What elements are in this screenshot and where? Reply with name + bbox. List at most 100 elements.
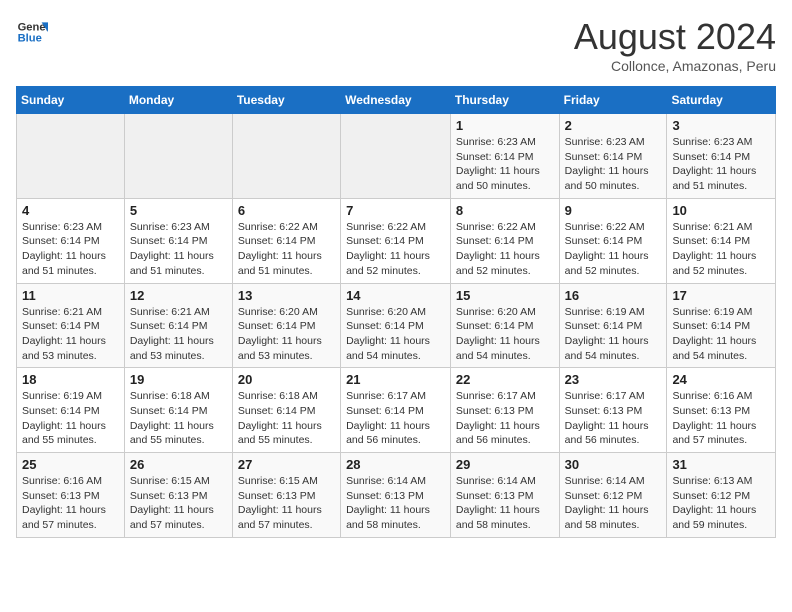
calendar-week-row: 1 Sunrise: 6:23 AM Sunset: 6:14 PM Daylig… (17, 114, 776, 199)
calendar-cell: 31 Sunrise: 6:13 AM Sunset: 6:12 PM Dayli… (667, 453, 776, 538)
month-title: August 2024 (574, 16, 776, 58)
calendar-week-row: 18 Sunrise: 6:19 AM Sunset: 6:14 PM Dayli… (17, 368, 776, 453)
day-number: 13 (238, 288, 335, 303)
location: Collonce, Amazonas, Peru (574, 58, 776, 74)
day-number: 17 (672, 288, 770, 303)
calendar-cell: 18 Sunrise: 6:19 AM Sunset: 6:14 PM Dayli… (17, 368, 125, 453)
day-number: 10 (672, 203, 770, 218)
day-number: 24 (672, 372, 770, 387)
calendar-cell: 3Sunrise: 6:23 AM Sunset: 6:14 PM Daylig… (667, 114, 776, 199)
logo: General Blue (16, 16, 48, 48)
day-number: 27 (238, 457, 335, 472)
day-info: Sunrise: 6:16 AM Sunset: 6:13 PM Dayligh… (22, 474, 119, 533)
day-of-week-header: Monday (124, 87, 232, 114)
calendar-cell: 22 Sunrise: 6:17 AM Sunset: 6:13 PM Dayli… (450, 368, 559, 453)
day-of-week-header: Friday (559, 87, 667, 114)
day-number: 5 (130, 203, 227, 218)
day-info: Sunrise: 6:15 AM Sunset: 6:13 PM Dayligh… (130, 474, 227, 533)
day-info: Sunrise: 6:17 AM Sunset: 6:14 PM Dayligh… (346, 389, 445, 448)
day-number: 11 (22, 288, 119, 303)
day-info: Sunrise: 6:13 AM Sunset: 6:12 PM Dayligh… (672, 474, 770, 533)
logo-icon: General Blue (16, 16, 48, 48)
day-number: 29 (456, 457, 554, 472)
day-number: 4 (22, 203, 119, 218)
day-number: 26 (130, 457, 227, 472)
calendar-cell: 20Sunrise: 6:18 AM Sunset: 6:14 PM Dayli… (232, 368, 340, 453)
svg-text:Blue: Blue (18, 33, 42, 45)
calendar-header-row: SundayMondayTuesdayWednesdayThursdayFrid… (17, 87, 776, 114)
day-number: 15 (456, 288, 554, 303)
calendar-cell: 13 Sunrise: 6:20 AM Sunset: 6:14 PM Dayli… (232, 283, 340, 368)
calendar-cell: 26 Sunrise: 6:15 AM Sunset: 6:13 PM Dayli… (124, 453, 232, 538)
day-of-week-header: Thursday (450, 87, 559, 114)
day-number: 8 (456, 203, 554, 218)
calendar-week-row: 11Sunrise: 6:21 AM Sunset: 6:14 PM Dayli… (17, 283, 776, 368)
day-number: 12 (130, 288, 227, 303)
day-info: Sunrise: 6:22 AM Sunset: 6:14 PM Dayligh… (238, 220, 335, 279)
day-info: Sunrise: 6:18 AM Sunset: 6:14 PM Dayligh… (238, 389, 335, 448)
day-info: Sunrise: 6:14 AM Sunset: 6:12 PM Dayligh… (565, 474, 662, 533)
page-header: General Blue August 2024 Collonce, Amazo… (16, 16, 776, 74)
day-number: 31 (672, 457, 770, 472)
calendar-cell: 29 Sunrise: 6:14 AM Sunset: 6:13 PM Dayli… (450, 453, 559, 538)
day-info: Sunrise: 6:20 AM Sunset: 6:14 PM Dayligh… (238, 305, 335, 364)
day-number: 3 (672, 118, 770, 133)
calendar-cell: 14 Sunrise: 6:20 AM Sunset: 6:14 PM Dayli… (341, 283, 451, 368)
day-info: Sunrise: 6:20 AM Sunset: 6:14 PM Dayligh… (346, 305, 445, 364)
calendar-week-row: 4Sunrise: 6:23 AM Sunset: 6:14 PM Daylig… (17, 198, 776, 283)
day-number: 16 (565, 288, 662, 303)
day-info: Sunrise: 6:23 AM Sunset: 6:14 PM Dayligh… (456, 135, 554, 194)
calendar-cell: 1 Sunrise: 6:23 AM Sunset: 6:14 PM Daylig… (450, 114, 559, 199)
day-number: 30 (565, 457, 662, 472)
calendar-cell: 9 Sunrise: 6:22 AM Sunset: 6:14 PM Daylig… (559, 198, 667, 283)
calendar-cell: 7 Sunrise: 6:22 AM Sunset: 6:14 PM Daylig… (341, 198, 451, 283)
day-number: 6 (238, 203, 335, 218)
day-info: Sunrise: 6:14 AM Sunset: 6:13 PM Dayligh… (346, 474, 445, 533)
calendar-cell: 2Sunrise: 6:23 AM Sunset: 6:14 PM Daylig… (559, 114, 667, 199)
calendar-cell: 12Sunrise: 6:21 AM Sunset: 6:14 PM Dayli… (124, 283, 232, 368)
calendar-cell (17, 114, 125, 199)
day-number: 14 (346, 288, 445, 303)
day-number: 22 (456, 372, 554, 387)
calendar-cell (232, 114, 340, 199)
day-info: Sunrise: 6:19 AM Sunset: 6:14 PM Dayligh… (565, 305, 662, 364)
calendar-cell: 27Sunrise: 6:15 AM Sunset: 6:13 PM Dayli… (232, 453, 340, 538)
calendar-table: SundayMondayTuesdayWednesdayThursdayFrid… (16, 86, 776, 538)
day-of-week-header: Tuesday (232, 87, 340, 114)
calendar-cell: 17 Sunrise: 6:19 AM Sunset: 6:14 PM Dayli… (667, 283, 776, 368)
calendar-cell (124, 114, 232, 199)
day-info: Sunrise: 6:17 AM Sunset: 6:13 PM Dayligh… (456, 389, 554, 448)
day-number: 7 (346, 203, 445, 218)
day-info: Sunrise: 6:22 AM Sunset: 6:14 PM Dayligh… (346, 220, 445, 279)
day-of-week-header: Sunday (17, 87, 125, 114)
day-number: 1 (456, 118, 554, 133)
day-info: Sunrise: 6:17 AM Sunset: 6:13 PM Dayligh… (565, 389, 662, 448)
day-number: 21 (346, 372, 445, 387)
calendar-cell: 6 Sunrise: 6:22 AM Sunset: 6:14 PM Daylig… (232, 198, 340, 283)
calendar-cell: 30 Sunrise: 6:14 AM Sunset: 6:12 PM Dayli… (559, 453, 667, 538)
calendar-cell: 21 Sunrise: 6:17 AM Sunset: 6:14 PM Dayli… (341, 368, 451, 453)
calendar-cell: 16 Sunrise: 6:19 AM Sunset: 6:14 PM Dayli… (559, 283, 667, 368)
day-info: Sunrise: 6:22 AM Sunset: 6:14 PM Dayligh… (456, 220, 554, 279)
day-number: 9 (565, 203, 662, 218)
calendar-cell: 25 Sunrise: 6:16 AM Sunset: 6:13 PM Dayli… (17, 453, 125, 538)
day-of-week-header: Wednesday (341, 87, 451, 114)
day-info: Sunrise: 6:18 AM Sunset: 6:14 PM Dayligh… (130, 389, 227, 448)
day-info: Sunrise: 6:22 AM Sunset: 6:14 PM Dayligh… (565, 220, 662, 279)
day-number: 18 (22, 372, 119, 387)
day-info: Sunrise: 6:20 AM Sunset: 6:14 PM Dayligh… (456, 305, 554, 364)
calendar-week-row: 25 Sunrise: 6:16 AM Sunset: 6:13 PM Dayli… (17, 453, 776, 538)
day-info: Sunrise: 6:21 AM Sunset: 6:14 PM Dayligh… (672, 220, 770, 279)
calendar-cell: 28Sunrise: 6:14 AM Sunset: 6:13 PM Dayli… (341, 453, 451, 538)
day-info: Sunrise: 6:16 AM Sunset: 6:13 PM Dayligh… (672, 389, 770, 448)
calendar-cell: 23Sunrise: 6:17 AM Sunset: 6:13 PM Dayli… (559, 368, 667, 453)
day-info: Sunrise: 6:19 AM Sunset: 6:14 PM Dayligh… (672, 305, 770, 364)
day-number: 25 (22, 457, 119, 472)
title-block: August 2024 Collonce, Amazonas, Peru (574, 16, 776, 74)
calendar-cell: 4Sunrise: 6:23 AM Sunset: 6:14 PM Daylig… (17, 198, 125, 283)
day-number: 19 (130, 372, 227, 387)
day-info: Sunrise: 6:14 AM Sunset: 6:13 PM Dayligh… (456, 474, 554, 533)
day-number: 2 (565, 118, 662, 133)
calendar-cell (341, 114, 451, 199)
day-info: Sunrise: 6:19 AM Sunset: 6:14 PM Dayligh… (22, 389, 119, 448)
